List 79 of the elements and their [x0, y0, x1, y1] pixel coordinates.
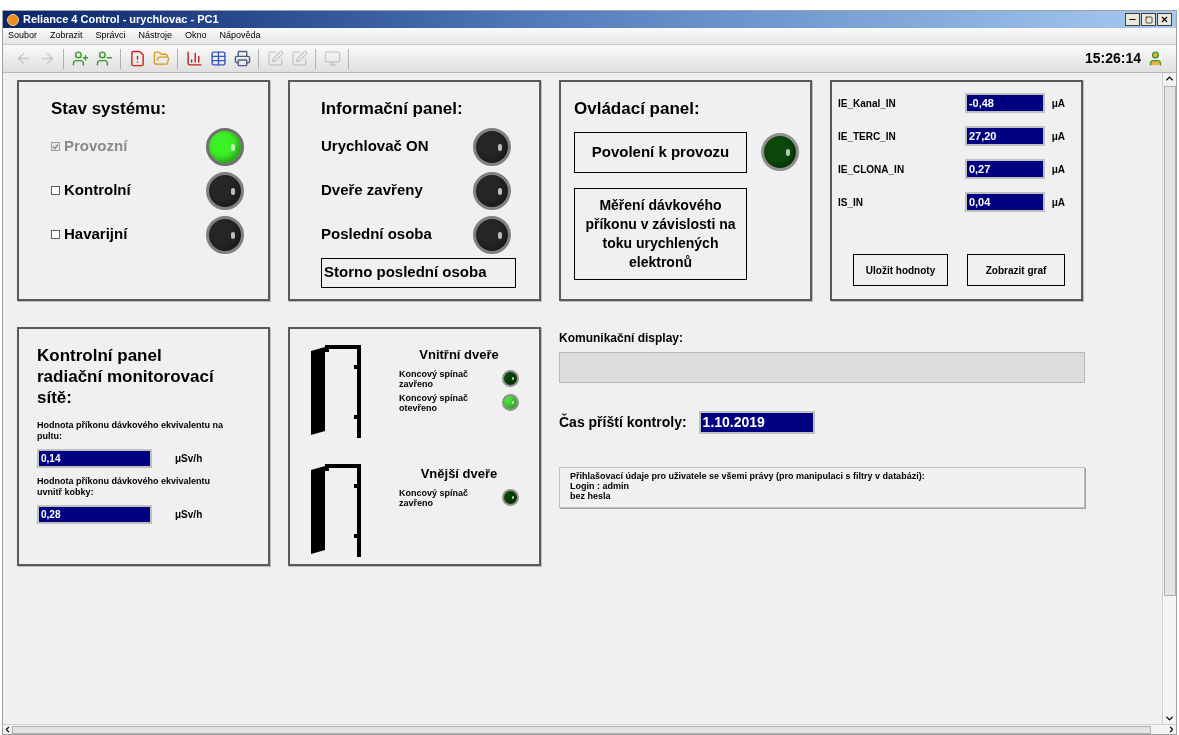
- menu-item[interactable]: Okno: [185, 29, 207, 43]
- clock: 15:26:14: [1084, 49, 1141, 68]
- channel-label: IS_IN: [838, 195, 864, 210]
- printer-icon: [233, 50, 251, 67]
- checkbox-label: Havarijní: [64, 224, 128, 245]
- unit-label: μA: [1051, 162, 1065, 177]
- next-check-label: Čas příští kontroly:: [559, 412, 687, 432]
- document-alert-icon: [128, 50, 146, 67]
- menu-item[interactable]: Zobrazit: [50, 29, 83, 43]
- user-icon: [1147, 50, 1164, 67]
- close-button[interactable]: [1157, 13, 1172, 26]
- unit-label: μSv/h: [175, 508, 203, 522]
- door-title: Vnější dveře: [419, 465, 499, 483]
- value-field: -0,48: [964, 93, 1045, 113]
- door-title: Vnitřní dveře: [418, 346, 500, 364]
- menu-item[interactable]: Nástroje: [138, 29, 173, 43]
- action-button[interactable]: Uložit hodnoty: [853, 254, 948, 286]
- door-icon: [311, 464, 361, 557]
- edit-icon: [266, 50, 284, 67]
- login-info-line: Přihlašovací údaje pro uživatele se všemi právy (pro manipulaci s filtry v databázi):: [570, 471, 926, 481]
- reading-label: Hodnota příkonu dávkového ekvivalentu uvnitř kobky:: [37, 476, 212, 498]
- scroll-left-icon[interactable]: [3, 725, 12, 734]
- panel-title: Ovládací panel:: [574, 98, 701, 120]
- enable-operation-button[interactable]: Povolení k provozu: [574, 131, 747, 173]
- panel-title: Informační panel:: [321, 98, 464, 120]
- indicator-label: Urychlovač ON: [321, 136, 429, 157]
- display-label: Komunikační display:: [559, 330, 685, 347]
- login-info-line: Login : admin: [570, 481, 630, 491]
- user-add-icon: [71, 50, 89, 67]
- value-field: 27,20: [964, 126, 1045, 146]
- action-button[interactable]: Zobrazit graf: [967, 254, 1065, 286]
- unit-label: μA: [1051, 129, 1065, 144]
- value-field: 0,04: [964, 192, 1045, 212]
- panel-title: Kontrolní panel radiační monitorovací sítě:: [37, 345, 215, 408]
- switch-label: Koncový spínač zavřeno: [399, 487, 470, 508]
- menu-item[interactable]: Správci: [95, 29, 126, 43]
- channel-label: IE_TERC_IN: [838, 129, 897, 144]
- scroll-thumb[interactable]: [1163, 86, 1176, 596]
- checkbox-label: Kontrolní: [64, 180, 131, 201]
- monitor-icon: [323, 50, 341, 67]
- indicator-label: Dveře zavřeny: [321, 180, 423, 201]
- vertical-scrollbar[interactable]: [1162, 73, 1176, 724]
- switch-label: Koncový spínač zavřeno: [399, 368, 470, 389]
- date-field: 1.10.2019: [698, 411, 815, 434]
- value-field: 0,14: [37, 449, 152, 468]
- maximize-icon: [1144, 15, 1153, 24]
- menu-item[interactable]: Nápověda: [219, 29, 261, 43]
- edit-icon: [290, 50, 308, 67]
- unit-label: μA: [1051, 195, 1065, 210]
- checkbox[interactable]: [51, 186, 60, 195]
- close-icon: [1160, 15, 1169, 24]
- channel-label: IE_CLONA_IN: [838, 162, 906, 177]
- maximize-button[interactable]: [1141, 13, 1156, 26]
- window-title: Reliance 4 Control - urychlovac - PC1: [23, 12, 219, 28]
- menu-item[interactable]: Soubor: [8, 29, 38, 43]
- cancel-last-person-button[interactable]: Storno poslední osoba: [321, 257, 516, 288]
- checkbox-label: Provozní: [64, 136, 128, 157]
- unit-label: μA: [1051, 96, 1065, 111]
- app-logo-icon: [7, 13, 19, 26]
- switch-label: Koncový spínač otevřeno: [399, 392, 470, 413]
- minimize-button[interactable]: [1125, 13, 1140, 26]
- scroll-right-icon[interactable]: [1167, 725, 1176, 734]
- indicator-label: Poslední osoba: [321, 224, 432, 245]
- scroll-down-icon[interactable]: [1164, 713, 1175, 724]
- user-remove-icon: [95, 50, 113, 67]
- value-field: 0,27: [964, 159, 1045, 179]
- scroll-up-icon[interactable]: [1164, 73, 1175, 84]
- folder-icon: [152, 50, 170, 67]
- channel-label: IE_Kanal_IN: [838, 96, 897, 111]
- table-icon: [209, 50, 227, 67]
- value-field: 0,28: [37, 505, 152, 524]
- login-info-line: bez hesla: [570, 491, 612, 501]
- panel-title: Stav systému:: [51, 98, 168, 120]
- checkbox[interactable]: [51, 230, 60, 239]
- measurement-button[interactable]: Měření dávkového příkonu v závislosti na toku urychlených elektronů: [574, 187, 747, 280]
- unit-label: μSv/h: [175, 452, 203, 466]
- reading-label: Hodnota příkonu dávkového ekvivalentu na pultu:: [37, 420, 225, 442]
- door-icon: [311, 345, 361, 438]
- bar-chart-icon: [185, 50, 203, 67]
